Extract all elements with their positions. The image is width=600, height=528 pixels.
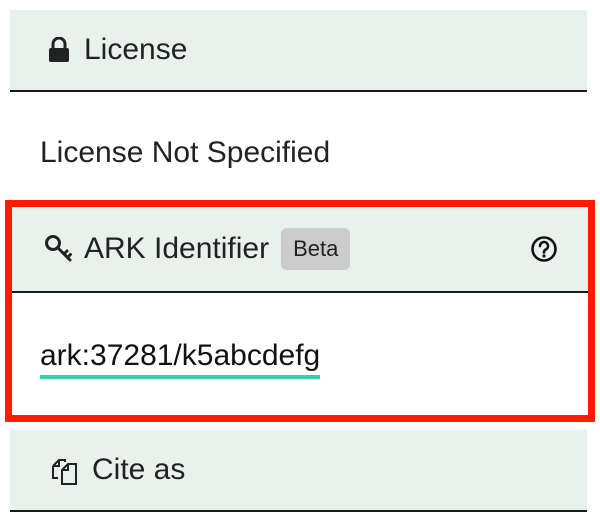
ark-identifier-title: ARK Identifier [84, 232, 270, 265]
cite-as-section-header[interactable]: Cite as [10, 430, 587, 510]
license-title: License [84, 33, 188, 66]
ark-identifier-section: ARK Identifier Beta ark:37281/k5abcdefg [5, 200, 595, 422]
beta-badge: Beta [281, 228, 351, 270]
divider [12, 291, 588, 293]
lock-icon [48, 37, 70, 63]
divider [10, 510, 587, 512]
ark-identifier-header: ARK Identifier Beta [12, 207, 588, 291]
license-value: License Not Specified [40, 136, 331, 169]
copy-icon [48, 454, 80, 486]
divider [10, 90, 587, 92]
license-section-header: License [10, 10, 587, 90]
cite-as-title: Cite as [92, 453, 186, 486]
key-icon [44, 234, 74, 264]
ark-identifier-link[interactable]: ark:37281/k5abcdefg [40, 339, 321, 379]
question-circle-icon[interactable] [530, 235, 558, 263]
